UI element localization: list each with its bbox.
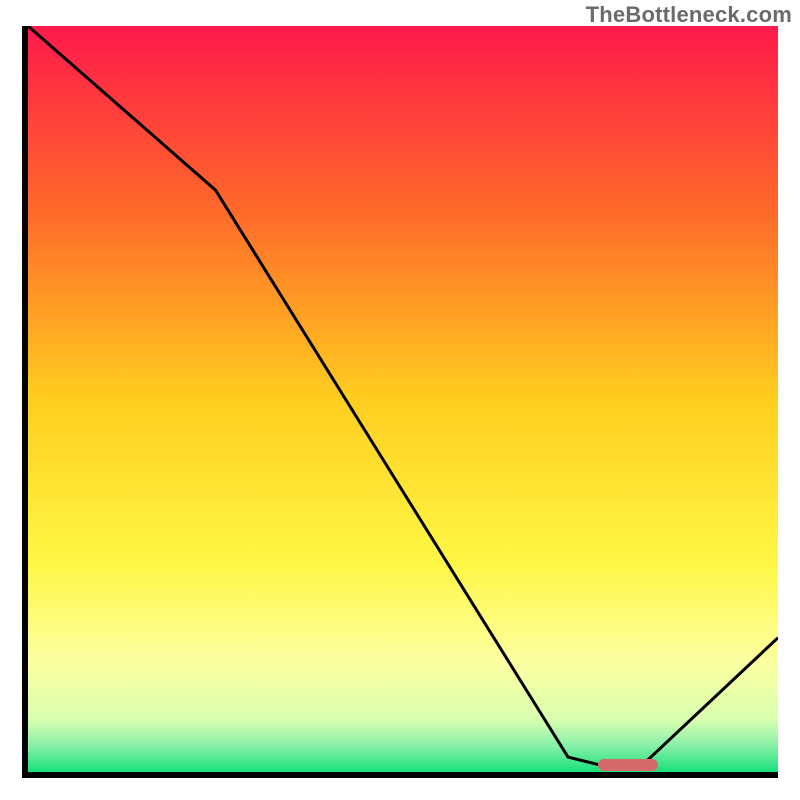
watermark-text: TheBottleneck.com [586, 2, 792, 28]
x-axis [22, 772, 778, 778]
optimal-marker [598, 759, 658, 771]
gradient-background [28, 26, 778, 772]
gradient-plot [28, 26, 778, 772]
chart-container: TheBottleneck.com [0, 0, 800, 800]
